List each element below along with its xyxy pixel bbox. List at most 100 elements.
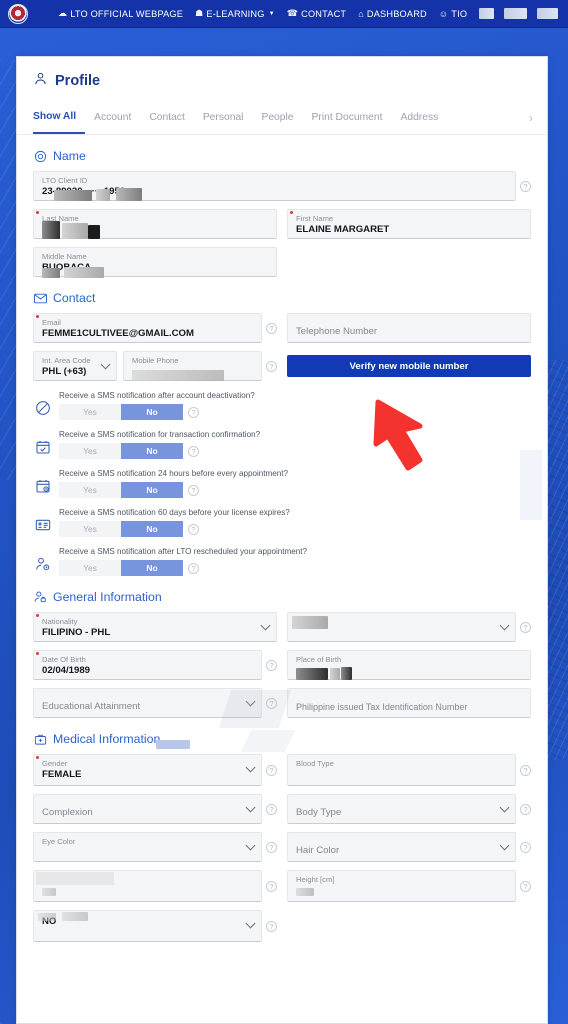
section-header-name: Name xyxy=(17,135,547,171)
civil-status-select[interactable]: ···GLE xyxy=(287,612,516,642)
toggle-yes-option[interactable]: Yes xyxy=(59,521,121,537)
sms-question: Receive a SMS notification 60 days befor… xyxy=(59,508,290,517)
blood-type-field[interactable]: Blood Type xyxy=(287,754,516,786)
organ-donor-select[interactable]: NO xyxy=(33,910,262,942)
body-type-select[interactable]: Body Type xyxy=(287,794,516,824)
last-name-field[interactable]: Last Name xyxy=(33,209,277,239)
person-gear-icon xyxy=(33,590,47,604)
field-placeholder: Telephone Number xyxy=(296,326,378,337)
help-icon[interactable]: ? xyxy=(188,523,199,535)
redacted-nav-area xyxy=(536,8,558,19)
nav-item-lto-official-webpage[interactable]: ☁ LTO OFFICIAL WEBPAGE xyxy=(58,8,183,19)
complexion-select[interactable]: Complexion xyxy=(33,794,262,824)
nav-item-contact[interactable]: ☎ CONTACT xyxy=(287,8,347,19)
sms-row-24-hours-appointment: Receive a SMS notification 24 hours befo… xyxy=(33,469,531,498)
person-clock-icon xyxy=(33,554,53,574)
sms-row-license-expiry: Receive a SMS notification 60 days befor… xyxy=(33,508,531,537)
toggle-yes-option[interactable]: Yes xyxy=(59,560,121,576)
tab-address[interactable]: Address xyxy=(391,101,447,134)
field-label: Date Of Birth xyxy=(42,655,86,664)
weight-field[interactable]: Weight [kg] xyxy=(33,870,262,902)
sms-toggle-account-deactivation[interactable]: Yes No xyxy=(59,404,183,420)
height-field[interactable]: Height [cm] xyxy=(287,870,516,902)
help-icon[interactable]: ? xyxy=(520,180,531,192)
help-icon[interactable]: ? xyxy=(188,406,199,418)
nav-item-dashboard[interactable]: ⌂ DASHBOARD xyxy=(358,9,427,19)
tab-account[interactable]: Account xyxy=(85,101,140,134)
int-area-code-select[interactable]: Int. Area Code PHL (+63) xyxy=(33,351,117,381)
help-icon[interactable]: ? xyxy=(266,322,277,334)
telephone-number-field[interactable]: Telephone Number xyxy=(287,313,531,343)
tab-print-document[interactable]: Print Document xyxy=(303,101,392,134)
nationality-select[interactable]: Nationality FILIPINO - PHL xyxy=(33,612,277,642)
section-title: Name xyxy=(53,149,86,163)
help-icon[interactable]: ? xyxy=(520,621,531,633)
help-icon[interactable]: ? xyxy=(266,880,277,892)
hair-color-select[interactable]: Hair Color xyxy=(287,832,516,862)
sms-question: Receive a SMS notification after LTO res… xyxy=(59,547,308,556)
redacted-nav-area xyxy=(479,8,494,19)
help-icon[interactable]: ? xyxy=(266,659,277,671)
help-icon[interactable]: ? xyxy=(266,764,277,776)
cloud-icon: ☁ xyxy=(58,8,68,18)
field-value: FILIPINO - PHL xyxy=(42,627,111,638)
sms-toggle-24-hours-appointment[interactable]: Yes No xyxy=(59,482,183,498)
help-icon[interactable]: ? xyxy=(520,841,531,853)
nav-item-label: CONTACT xyxy=(301,8,347,19)
toggle-no-option[interactable]: No xyxy=(121,443,183,459)
toggle-yes-option[interactable]: Yes xyxy=(59,404,121,420)
lto-client-id-field[interactable]: LTO Client ID 23-89020 ···· ·1950 xyxy=(33,171,516,201)
verify-new-mobile-number-button[interactable]: Verify new mobile number xyxy=(287,355,531,377)
first-name-field[interactable]: First Name ELAINE MARGARET xyxy=(287,209,531,239)
tab-people[interactable]: People xyxy=(252,101,302,134)
toggle-no-option[interactable]: No xyxy=(121,404,183,420)
field-label: Blood Type xyxy=(296,759,334,768)
lto-seal-logo[interactable] xyxy=(8,3,28,24)
redaction-block xyxy=(42,888,56,896)
field-row-weight: Weight [kg] ? xyxy=(33,870,277,902)
field-label: Email xyxy=(42,318,61,327)
section-header-medical-information: Medical Information xyxy=(17,718,547,754)
help-icon[interactable]: ? xyxy=(520,803,531,815)
help-icon[interactable]: ? xyxy=(266,841,277,853)
field-row-height: Height [cm] ? xyxy=(287,870,531,902)
field-row-last-name: Last Name xyxy=(33,209,277,239)
nav-item-e-learning[interactable]: ☗ E-LEARNING ▼ xyxy=(195,8,275,19)
help-icon[interactable]: ? xyxy=(520,880,531,892)
chevron-right-icon[interactable]: › xyxy=(529,111,539,125)
sms-toggle-rescheduled-appointment[interactable]: Yes No xyxy=(59,560,183,576)
mobile-phone-field[interactable]: Mobile Phone xyxy=(123,351,262,381)
tab-contact[interactable]: Contact xyxy=(140,101,194,134)
help-icon[interactable]: ? xyxy=(188,484,199,496)
sms-question: Receive a SMS notification 24 hours befo… xyxy=(59,469,289,478)
sms-row-rescheduled-appointment: Receive a SMS notification after LTO res… xyxy=(33,547,531,576)
help-icon[interactable]: ? xyxy=(266,360,277,372)
place-of-birth-field[interactable]: Place of Birth xyxy=(287,650,531,680)
section-title: Medical Information xyxy=(53,732,161,746)
field-row-organ-donor: NO ? xyxy=(33,910,277,942)
help-icon[interactable]: ? xyxy=(520,764,531,776)
nav-item-tio[interactable]: ☺ TIO xyxy=(439,9,467,19)
gender-select[interactable]: Gender FEMALE xyxy=(33,754,262,786)
sms-toggle-license-expiry[interactable]: Yes No xyxy=(59,521,183,537)
calendar-check-icon xyxy=(33,437,53,457)
help-icon[interactable]: ? xyxy=(266,920,277,932)
sms-toggle-transaction-confirmation[interactable]: Yes No xyxy=(59,443,183,459)
date-of-birth-field[interactable]: Date Of Birth 02/04/1989 xyxy=(33,650,262,680)
help-icon[interactable]: ? xyxy=(188,445,199,457)
tax-identification-number-field[interactable]: Philippine issued Tax Identification Num… xyxy=(287,688,531,718)
toggle-no-option[interactable]: No xyxy=(121,560,183,576)
toggle-yes-option[interactable]: Yes xyxy=(59,443,121,459)
email-field[interactable]: Email FEMME1CULTIVEE@GMAIL.COM xyxy=(33,313,262,343)
toggle-yes-option[interactable]: Yes xyxy=(59,482,121,498)
toggle-no-option[interactable]: No xyxy=(121,521,183,537)
tab-personal[interactable]: Personal xyxy=(194,101,253,134)
help-icon[interactable]: ? xyxy=(266,697,277,709)
educational-attainment-select[interactable]: Educational Attainment xyxy=(33,688,262,718)
eye-color-select[interactable]: Eye Color xyxy=(33,832,262,862)
middle-name-field[interactable]: Middle Name BUOBACA xyxy=(33,247,277,278)
help-icon[interactable]: ? xyxy=(188,562,199,574)
toggle-no-option[interactable]: No xyxy=(121,482,183,498)
help-icon[interactable]: ? xyxy=(266,803,277,815)
tab-show-all[interactable]: Show All xyxy=(33,101,86,134)
